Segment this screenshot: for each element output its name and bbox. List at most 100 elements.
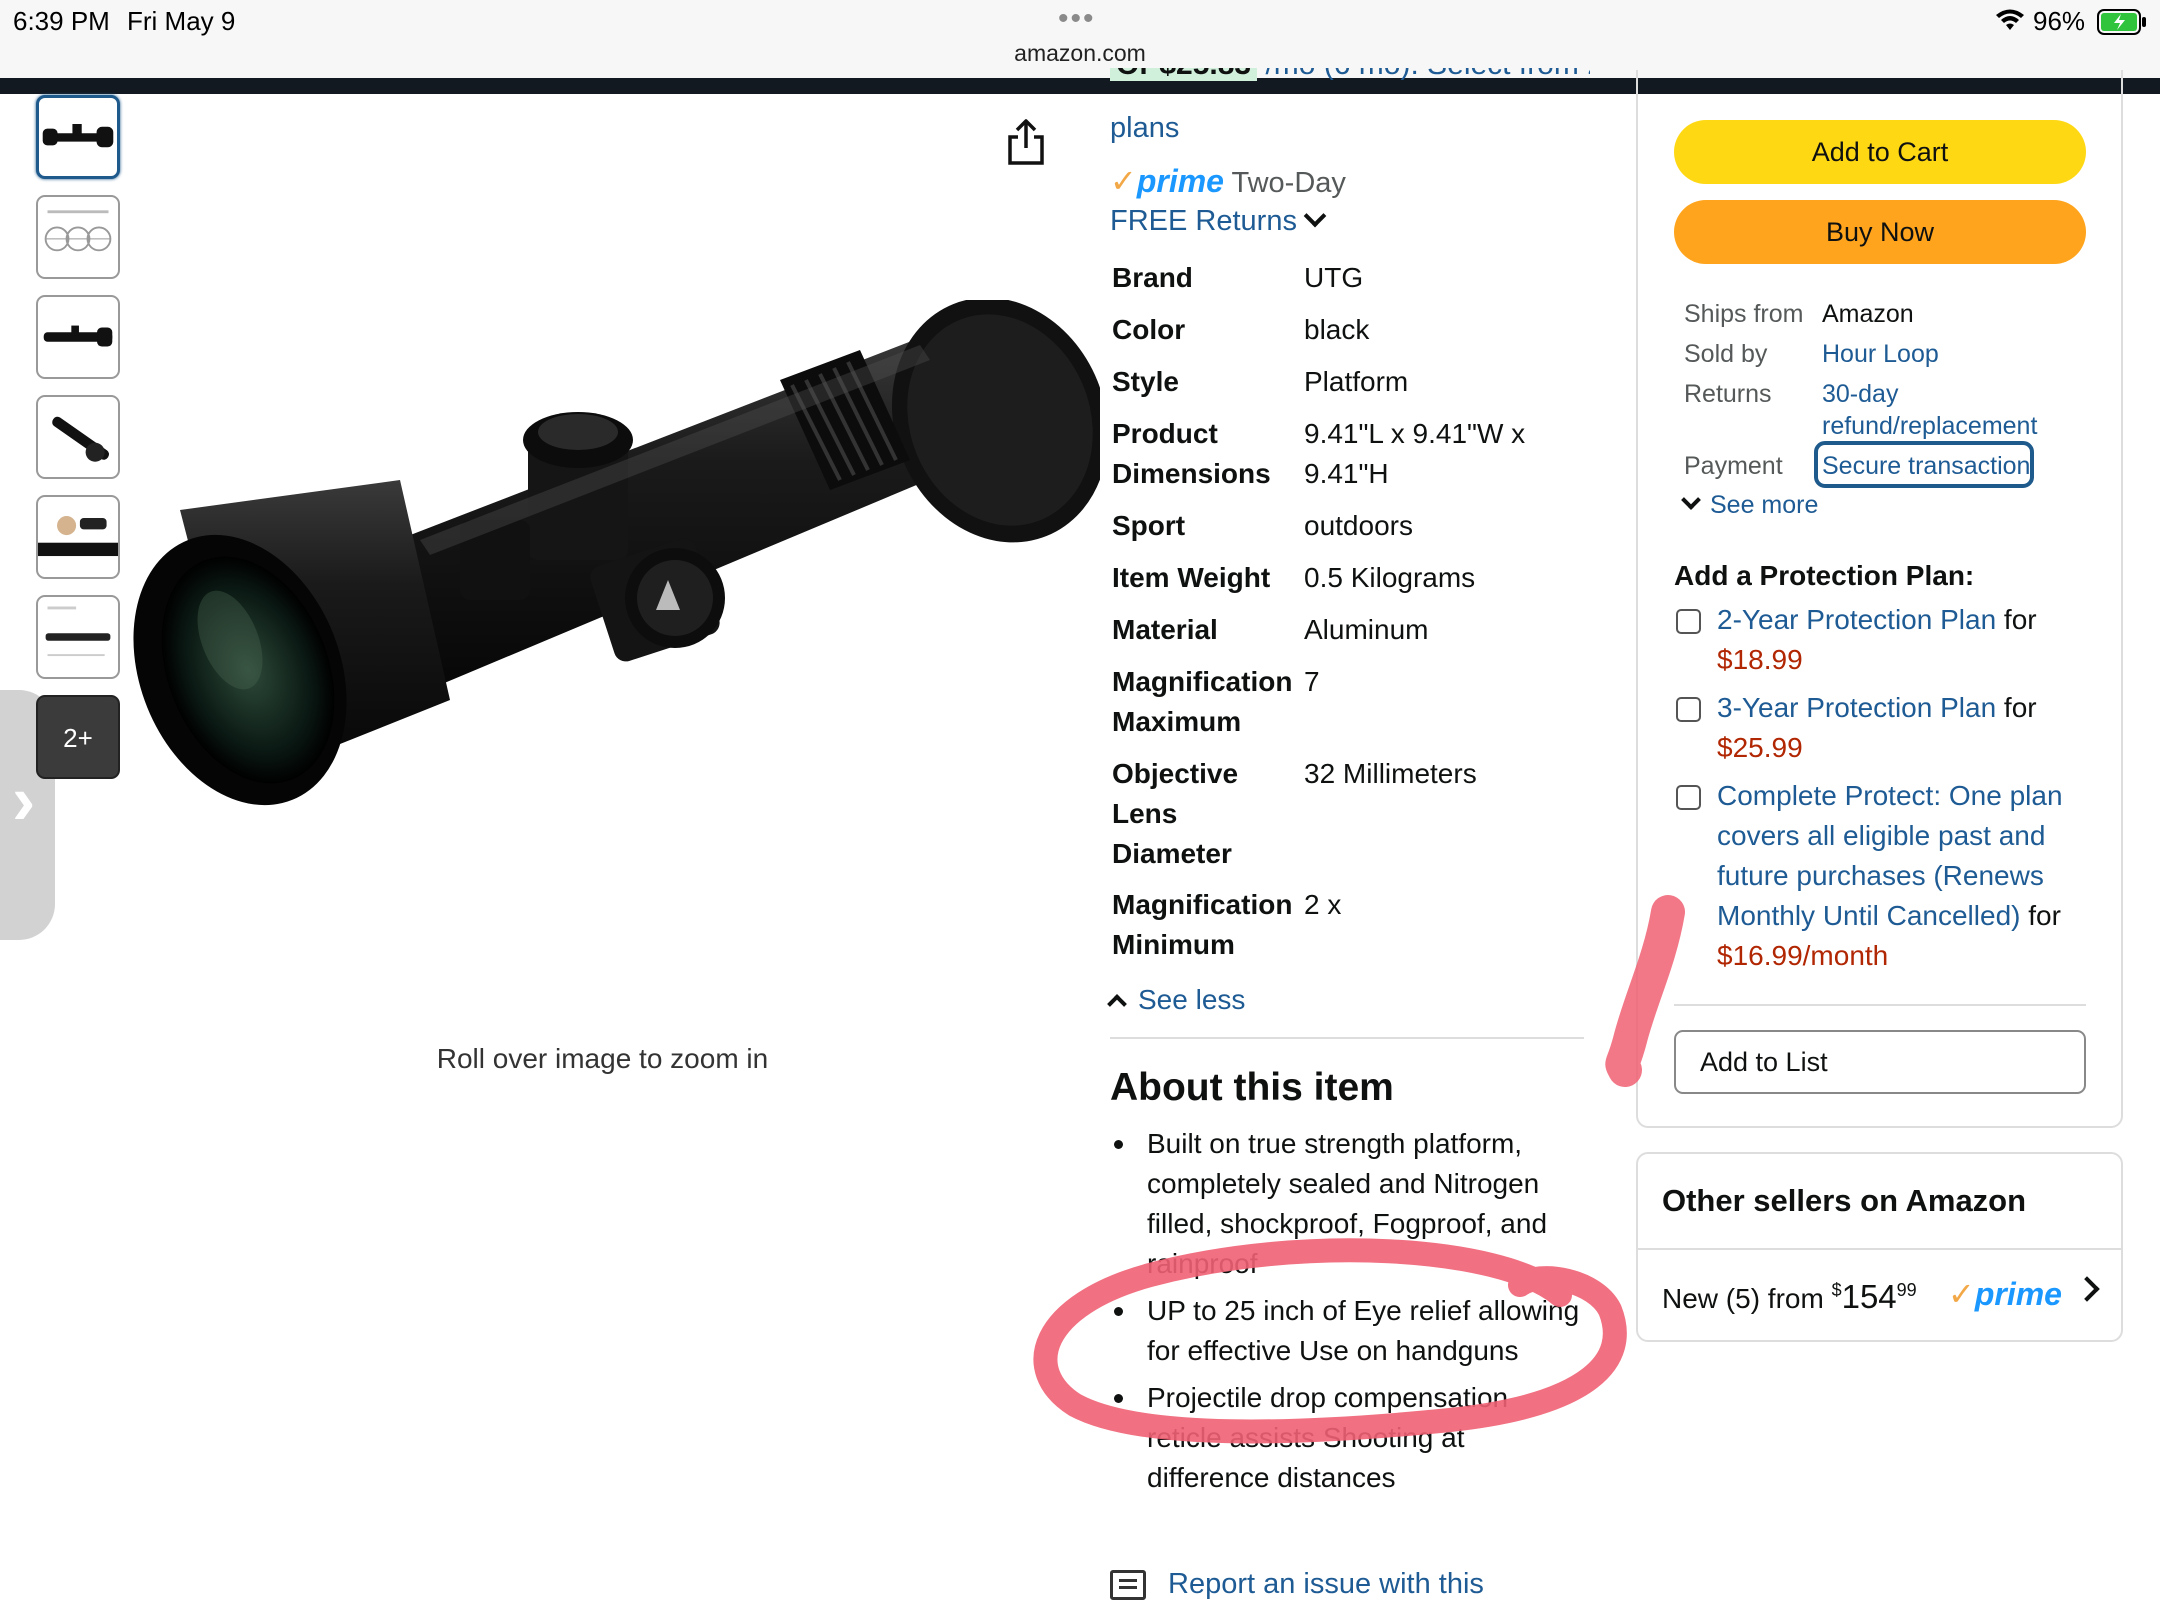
spec-label: Objective Lens Diameter — [1112, 758, 1239, 869]
thumbnail-2[interactable] — [36, 195, 120, 279]
scope-mount-thumbnail-icon — [38, 516, 118, 557]
protection-plan-option[interactable]: 3-Year Protection Plan for $25.99 — [1674, 688, 2094, 768]
prime-two-day: Two-Day — [1231, 167, 1346, 199]
prime-check-icon: ✓ — [1110, 163, 1137, 199]
spec-value: 2 x — [1304, 889, 1342, 920]
plan-for: for — [2028, 900, 2061, 931]
add-to-list-button[interactable]: Add to List — [1674, 1030, 2086, 1094]
product-main-image[interactable] — [120, 300, 1100, 820]
chevron-right-icon: › — [12, 761, 36, 839]
new-offers-label: New (5) from — [1662, 1283, 1824, 1314]
spec-value: Aluminum — [1304, 614, 1429, 645]
multitasking-dots-icon[interactable]: ••• — [1058, 2, 1096, 36]
address-bar-url[interactable]: amazon.com — [0, 40, 2160, 67]
thumbnail-4[interactable] — [36, 395, 120, 479]
spec-label: Brand — [1112, 262, 1193, 293]
free-returns[interactable]: FREE Returns — [1110, 204, 1327, 238]
spec-value: 32 Millimeters — [1304, 758, 1477, 789]
price-whole: 154 — [1841, 1278, 1897, 1315]
plan-checkbox[interactable] — [1676, 609, 1701, 634]
protection-plan-title: Add a Protection Plan: — [1674, 560, 1975, 591]
prime-check-icon: ✓ — [1948, 1276, 1975, 1312]
status-date: Fri May 9 — [127, 6, 236, 36]
see-less-label: See less — [1138, 984, 1246, 1015]
protection-plan-option[interactable]: 2-Year Protection Plan for $18.99 — [1674, 600, 2094, 680]
plan-for: for — [2003, 692, 2037, 723]
scope-side-thumbnail-icon — [43, 325, 113, 347]
thumbnail-5[interactable] — [36, 495, 120, 579]
other-sellers-prime: ✓prime — [1948, 1275, 2062, 1313]
spec-value: Platform — [1304, 366, 1409, 397]
chevron-down-icon — [1303, 204, 1327, 228]
battery-percentage: 96% — [2033, 6, 2086, 36]
other-sellers-title: Other sellers on Amazon — [1662, 1183, 2027, 1218]
see-more-link[interactable]: See more — [1681, 490, 1819, 520]
ships-from-value: Amazon — [1822, 300, 1914, 328]
about-bullet: Built on true strength platform, complet… — [1110, 1124, 1590, 1284]
sold-by-label: Sold by — [1684, 340, 1768, 368]
wifi-icon — [1996, 9, 2024, 30]
payment-label: Payment — [1684, 452, 1783, 480]
see-more-label: See more — [1710, 491, 1819, 519]
plan-checkbox[interactable] — [1676, 697, 1701, 722]
returns-label: Returns — [1684, 380, 1772, 408]
free-returns-label[interactable]: FREE Returns — [1110, 205, 1297, 237]
installment-terms[interactable]: /mo (6 mo). Select from 2 — [1265, 68, 1590, 81]
price-symbol: $ — [1831, 1280, 1842, 1300]
spec-label: Magnification Maximum — [1112, 666, 1293, 737]
about-bullet: Projectile drop compensation reticle ass… — [1110, 1378, 1590, 1498]
spec-label: Style — [1112, 366, 1179, 397]
installment-plans-link[interactable]: plans — [1110, 112, 1179, 145]
plan-divider — [1674, 1004, 2086, 1006]
secure-transaction-link[interactable]: Secure transaction — [1822, 452, 2030, 481]
about-bullet: UP to 25 inch of Eye relief allowing for… — [1110, 1291, 1590, 1371]
zoom-hint: Roll over image to zoom in — [436, 1043, 769, 1074]
scope-angle-thumbnail-icon — [52, 416, 110, 462]
returns-link-line2[interactable]: refund/replacement — [1822, 412, 2037, 441]
spec-label: Sport — [1112, 510, 1186, 541]
plan-name[interactable]: Complete Protect: One plan covers all el… — [1717, 780, 2063, 931]
thumbnail-3[interactable] — [36, 295, 120, 379]
share-icon[interactable] — [1005, 118, 1047, 166]
scope-thumbnail-icon — [42, 124, 114, 148]
spec-label: Item Weight — [1112, 562, 1271, 593]
see-less-link[interactable]: See less — [1107, 984, 1246, 1016]
installment-price-partial: Or $25.83 /mo (6 mo). Select from 2 — [1110, 68, 1590, 104]
spec-value: UTG — [1304, 262, 1364, 293]
plan-name[interactable]: 2-Year Protection Plan — [1717, 604, 1996, 635]
spec-label: Color — [1112, 314, 1186, 345]
spec-value: 7 — [1304, 666, 1320, 697]
plan-for: for — [2003, 604, 2037, 635]
plan-checkbox[interactable] — [1676, 785, 1701, 810]
thumbnail-1[interactable] — [36, 95, 120, 179]
thumbnail-6[interactable] — [36, 595, 120, 679]
returns-link-line1[interactable]: 30-day — [1822, 380, 1898, 409]
spec-value: black — [1304, 314, 1370, 345]
plan-name[interactable]: 3-Year Protection Plan — [1717, 692, 1996, 723]
chevron-down-icon — [1681, 490, 1701, 510]
thumbnail-more[interactable]: 2+ — [36, 695, 120, 779]
report-icon — [1110, 1570, 1146, 1601]
report-issue-link[interactable]: Report an issue with this — [1168, 1568, 1484, 1600]
plan-price: $25.99 — [1717, 732, 1803, 763]
status-time: 6:39 PM — [13, 6, 110, 36]
sold-by-link[interactable]: Hour Loop — [1822, 340, 1939, 369]
spec-value: outdoors — [1304, 510, 1413, 541]
buy-now-button[interactable]: Buy Now — [1674, 200, 2086, 264]
scope-dimensions-thumbnail-icon — [45, 606, 111, 657]
other-sellers-divider — [1636, 1248, 2123, 1250]
price-fraction: 99 — [1896, 1280, 1917, 1300]
about-title: About this item — [1110, 1066, 1394, 1109]
protection-plan-option[interactable]: Complete Protect: One plan covers all el… — [1674, 776, 2094, 976]
other-sellers-offer[interactable]: New (5) from $15499 — [1662, 1278, 1917, 1316]
prime-logo: prime — [1974, 1276, 2062, 1312]
section-divider — [1110, 1037, 1584, 1039]
spec-label: Material — [1112, 614, 1218, 645]
add-to-cart-button[interactable]: Add to Cart — [1674, 120, 2086, 184]
report-issue[interactable]: Report an issue with this — [1110, 1568, 1484, 1601]
prime-delivery: ✓prime Two-Day — [1110, 162, 1346, 200]
spec-value: 0.5 Kilograms — [1304, 562, 1476, 593]
about-bullets: Built on true strength platform, complet… — [1110, 1124, 1590, 1505]
reticle-thumbnail-icon — [44, 210, 112, 252]
spec-label: Magnification Minimum — [1112, 889, 1293, 960]
